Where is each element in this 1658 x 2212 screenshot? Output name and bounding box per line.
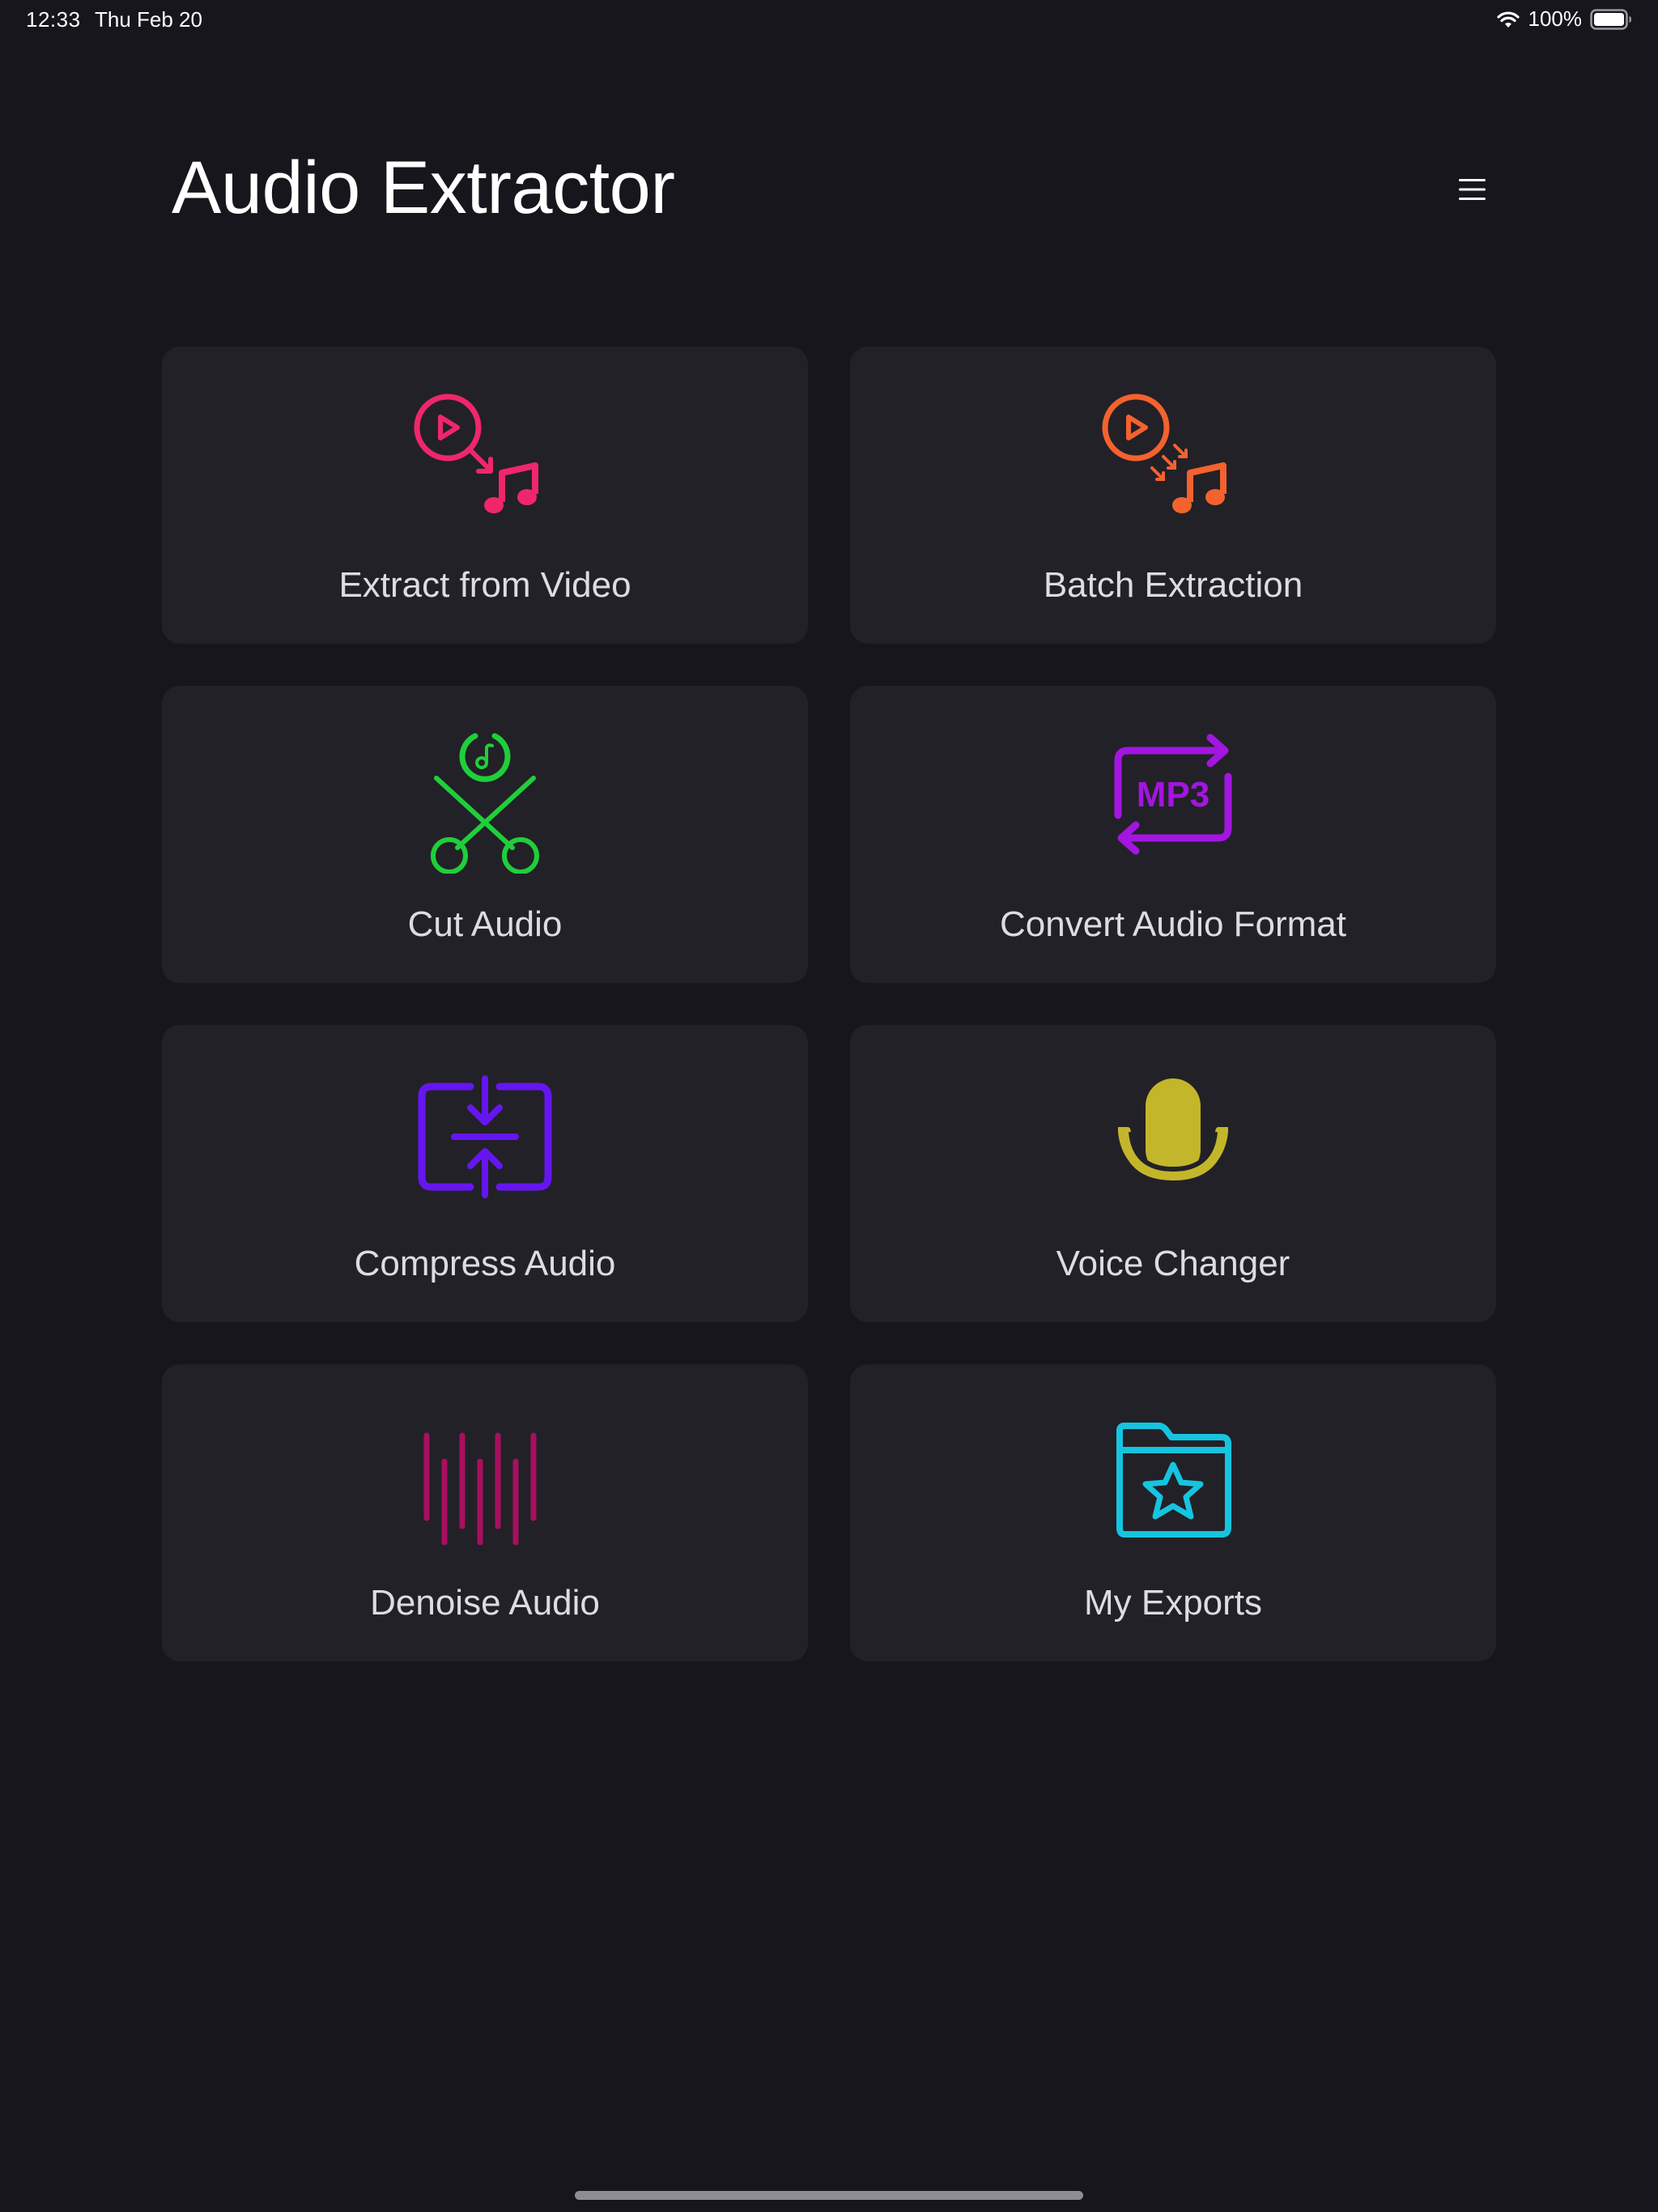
status-bar: 12:33 Thu Feb 20 100% [0,0,1658,39]
tool-card-voice-changer[interactable]: Voice Changer [850,1025,1496,1322]
menu-button[interactable] [1451,170,1493,209]
compress-icon [404,1067,566,1213]
screen: 12:33 Thu Feb 20 100% Audio Extractor Ex… [0,0,1658,2212]
tool-label: Denoise Audio [370,1583,600,1623]
tool-card-batch-extraction[interactable]: Batch Extraction [850,347,1496,644]
tool-label: Batch Extraction [1043,565,1303,605]
tool-label: Compress Audio [354,1244,616,1283]
microphone-icon [1092,1067,1254,1213]
scissors-music-icon [404,728,566,874]
status-date: Thu Feb 20 [95,7,202,32]
tool-card-compress-audio[interactable]: Compress Audio [162,1025,808,1322]
wifi-icon [1496,10,1520,29]
batch-video-to-music-icon [1092,389,1254,534]
page-title: Audio Extractor [172,147,675,229]
tool-label: My Exports [1083,1583,1263,1623]
hamburger-menu-icon [1459,179,1486,200]
tool-card-denoise-audio[interactable]: Denoise Audio [162,1364,808,1661]
tool-label: Extract from Video [338,565,631,605]
star-folder-icon [1092,1406,1254,1552]
tool-card-convert-audio-format[interactable]: MP3 Convert Audio Format [850,686,1496,983]
tool-card-my-exports[interactable]: My Exports [850,1364,1496,1661]
waveform-icon [404,1406,566,1552]
tool-card-extract-from-video[interactable]: Extract from Video [162,347,808,644]
status-right: 100% [1496,6,1633,32]
tool-label: Voice Changer [1056,1244,1290,1283]
status-time: 12:33 [26,7,81,32]
mp3-text: MP3 [1137,775,1209,815]
home-indicator[interactable] [575,2191,1083,2200]
tool-label: Convert Audio Format [1000,904,1346,944]
battery-percentage: 100% [1528,6,1583,31]
battery-icon [1590,8,1632,30]
video-to-music-icon [404,389,566,534]
tool-label: Cut Audio [407,904,563,944]
tools-grid: Extract from Video Batch Extraction Cut … [162,347,1496,1661]
mp3-convert-icon: MP3 [1092,728,1254,874]
tool-card-cut-audio[interactable]: Cut Audio [162,686,808,983]
